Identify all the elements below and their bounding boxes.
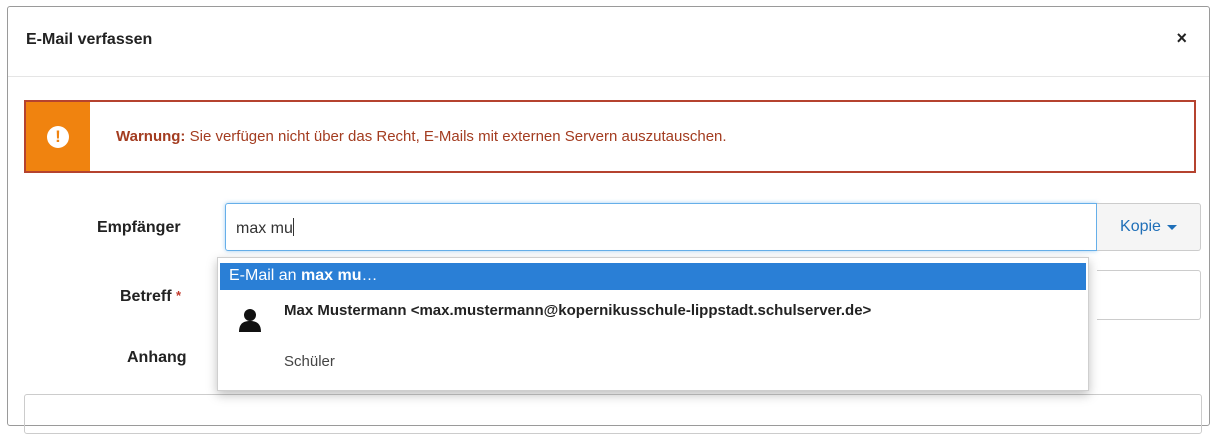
recipient-suggestions-dropdown: E-Mail an max mu… Max Mustermann <max.mu… [217,257,1089,391]
suggestion-contact[interactable]: Max Mustermann <max.mustermann@koperniku… [220,292,1086,384]
text-caret [292,218,294,236]
alert-strong: Warnung: [116,128,186,145]
contact-role: Schüler [284,353,335,370]
suggestion-prefix: E-Mail an [229,267,302,284]
required-marker: * [176,288,182,303]
kopie-label: Kopie [1120,218,1161,235]
person-icon [239,309,261,332]
header-divider [8,76,1209,77]
alert-icon-box: ! [26,102,90,171]
close-icon[interactable]: × [1176,29,1187,47]
recipient-value: max mu [236,220,293,237]
alert-message: Warnung: Sie verfügen nicht über das Rec… [116,128,727,145]
suggestion-ellipsis: … [361,267,378,284]
exclamation-icon: ! [47,125,69,148]
chevron-down-icon [1166,224,1177,230]
contact-name: Max Mustermann <max.mustermann@koperniku… [284,302,872,319]
suggestion-query: max mu [301,267,362,284]
suggestion-email-to-query[interactable]: E-Mail an max mu… [220,263,1086,290]
subject-label: Betreff * [120,288,181,306]
kopie-dropdown-button[interactable]: Kopie [1097,203,1201,251]
subject-label-text: Betreff [120,288,172,305]
attachment-label: Anhang [127,349,187,366]
warning-alert: ! Warnung: Sie verfügen nicht über das R… [24,100,1196,173]
recipient-label: Empfänger [97,219,181,236]
alert-body: Sie verfügen nicht über das Recht, E-Mai… [185,128,727,145]
recipient-input[interactable]: max mu [225,203,1097,251]
subject-input[interactable] [1097,270,1201,320]
dialog-title: E-Mail verfassen [26,31,153,48]
message-body-field[interactable] [24,394,1202,434]
